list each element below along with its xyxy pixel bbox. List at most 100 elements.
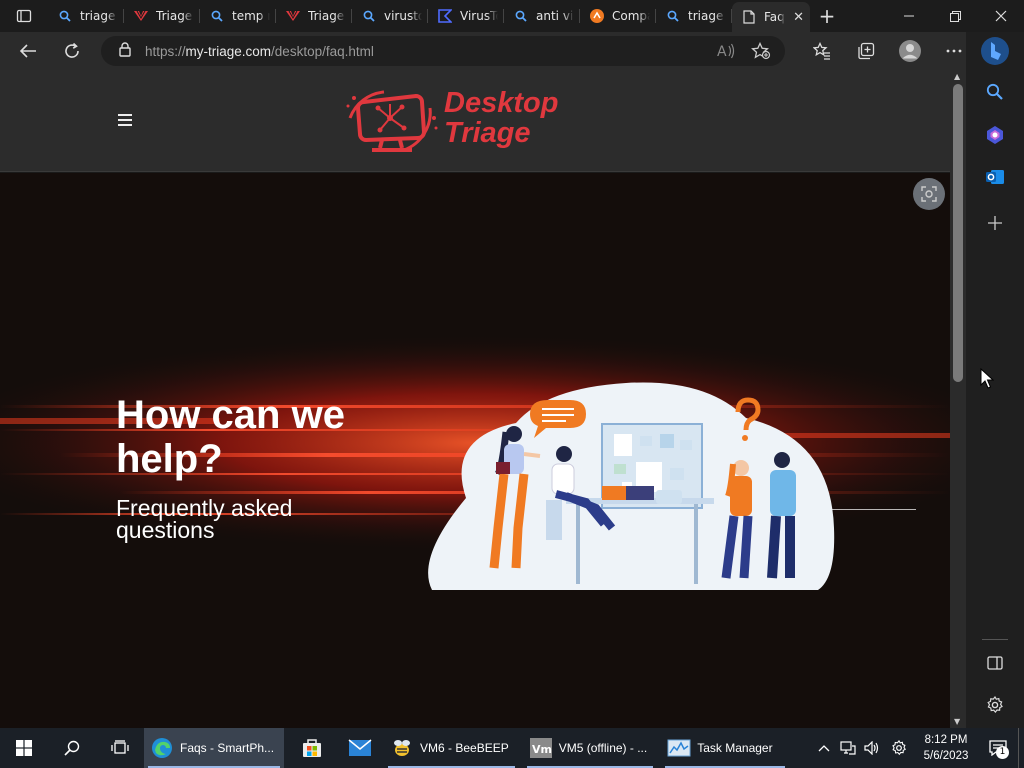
edge-sidebar bbox=[966, 32, 1024, 728]
clock-date: 5/6/2023 bbox=[923, 750, 969, 762]
taskbar-app-edge[interactable]: Faqs - SmartPh... bbox=[144, 728, 285, 768]
show-hidden-icons-button[interactable] bbox=[812, 728, 836, 768]
tab[interactable]: Triage | bbox=[124, 0, 200, 32]
taskbar-app-label: Faqs - SmartPh... bbox=[180, 741, 275, 755]
tab-label: virustot bbox=[384, 9, 422, 23]
site-logo[interactable]: Desktop Triage bbox=[344, 88, 574, 154]
close-tab-icon[interactable]: ✕ bbox=[793, 10, 804, 25]
search-icon bbox=[64, 740, 80, 756]
tab-strip: triage v Triage | temp m Triage | virustot Vi… bbox=[0, 0, 1024, 32]
address-bar[interactable]: https://my-triage.com/desktop/faq.html A bbox=[101, 36, 785, 66]
scrollbar-thumb[interactable] bbox=[953, 84, 963, 382]
taskbar-app-beebeep[interactable]: VM6 - BeeBEEP bbox=[384, 728, 519, 768]
volume-icon[interactable] bbox=[860, 728, 884, 768]
page-scrollbar[interactable]: ▲ ▼ bbox=[950, 70, 966, 728]
start-button[interactable] bbox=[0, 728, 48, 768]
copilot-icon bbox=[987, 126, 1003, 144]
tab[interactable]: VirusTo bbox=[428, 0, 504, 32]
taskbar-app-vmware[interactable]: Vm VM5 (offline) - ... bbox=[523, 728, 657, 768]
restore-button[interactable] bbox=[932, 0, 978, 32]
url-text[interactable]: https://my-triage.com/desktop/faq.html bbox=[145, 44, 374, 59]
mail-icon bbox=[348, 736, 372, 760]
sidebar-divider bbox=[982, 639, 1008, 640]
collections-button[interactable] bbox=[844, 32, 888, 70]
refresh-button[interactable] bbox=[50, 32, 94, 70]
team-meeting-illustration bbox=[428, 382, 835, 590]
tab-label: triage c bbox=[688, 9, 726, 23]
new-tab-button[interactable]: + bbox=[810, 4, 844, 28]
profile-button[interactable] bbox=[888, 32, 932, 70]
tab[interactable]: Triage | bbox=[276, 0, 352, 32]
search-sidebar-button[interactable] bbox=[982, 79, 1008, 105]
tab-actions-button[interactable] bbox=[0, 0, 48, 32]
url-scheme: https:// bbox=[145, 43, 186, 59]
hamburger-menu-icon[interactable] bbox=[118, 114, 132, 129]
settings-tray-icon[interactable] bbox=[884, 728, 914, 768]
taskbar-app-mail[interactable] bbox=[336, 728, 384, 768]
minimize-icon bbox=[904, 15, 914, 17]
web-page: Desktop Triage How can we help? Frequent… bbox=[0, 70, 950, 728]
scroll-down-arrow-icon[interactable]: ▼ bbox=[954, 717, 960, 726]
system-tray: 8:12 PM 5/6/2023 1 bbox=[812, 728, 1024, 768]
add-sidebar-app-button[interactable] bbox=[982, 210, 1008, 236]
tab[interactable]: virustot bbox=[352, 0, 428, 32]
read-aloud-icon[interactable]: A bbox=[717, 43, 735, 63]
taskbar-app-label: VM6 - BeeBEEP bbox=[420, 741, 509, 755]
clock-time: 8:12 PM bbox=[924, 734, 968, 746]
notification-center-button[interactable]: 1 bbox=[978, 728, 1018, 768]
taskbar-app-task-manager[interactable]: Task Manager bbox=[661, 728, 789, 768]
lock-icon[interactable] bbox=[119, 41, 131, 61]
search-icon bbox=[986, 83, 1003, 100]
taskbar-search-button[interactable] bbox=[48, 728, 96, 768]
search-icon bbox=[58, 9, 72, 23]
hero-subtitle: Frequently asked questions bbox=[116, 495, 293, 543]
tab[interactable]: temp m bbox=[200, 0, 276, 32]
tab[interactable]: Compa bbox=[580, 0, 656, 32]
tab[interactable]: triage c bbox=[656, 0, 732, 32]
navigation-bar: https://my-triage.com/desktop/faq.html A bbox=[0, 32, 976, 70]
tab-label: anti vir bbox=[536, 9, 574, 23]
windows-taskbar: Faqs - SmartPh... VM6 - BeeBEEP Vm VM5 (off… bbox=[0, 728, 1024, 768]
tab[interactable]: triage v bbox=[48, 0, 124, 32]
bing-chat-button[interactable] bbox=[980, 36, 1010, 66]
store-icon bbox=[300, 736, 324, 760]
task-view-button[interactable] bbox=[96, 728, 144, 768]
show-desktop-button[interactable] bbox=[1018, 728, 1024, 768]
window-controls bbox=[886, 0, 1024, 32]
site-header: Desktop Triage bbox=[0, 70, 950, 172]
notification-count-badge: 1 bbox=[996, 746, 1009, 759]
search-icon bbox=[514, 9, 528, 23]
favorites-button[interactable] bbox=[800, 32, 844, 70]
tab[interactable]: anti vir bbox=[504, 0, 580, 32]
tab-label: Faq bbox=[764, 10, 785, 24]
restore-icon bbox=[949, 10, 961, 22]
hide-sidebar-button[interactable] bbox=[982, 650, 1008, 676]
taskbar-clock[interactable]: 8:12 PM 5/6/2023 bbox=[914, 732, 978, 764]
bing-icon bbox=[981, 37, 1009, 65]
task-manager-icon bbox=[667, 736, 691, 760]
close-window-button[interactable] bbox=[978, 0, 1024, 32]
plus-icon bbox=[988, 216, 1002, 230]
tab-active[interactable]: Faq ✕ bbox=[732, 2, 810, 32]
hero-banner: How can we help? Frequently asked questi… bbox=[0, 173, 950, 728]
close-icon bbox=[995, 10, 1007, 22]
minimize-button[interactable] bbox=[886, 0, 932, 32]
add-favorite-icon[interactable] bbox=[751, 41, 771, 64]
url-path: /desktop/faq.html bbox=[271, 43, 374, 59]
outlook-button[interactable] bbox=[982, 164, 1008, 190]
visual-search-icon bbox=[921, 186, 937, 202]
windows-logo-icon bbox=[16, 740, 32, 756]
tab-label: temp m bbox=[232, 9, 270, 23]
visual-search-button[interactable] bbox=[913, 178, 945, 210]
logo-line-1: Desktop bbox=[444, 87, 559, 119]
mouse-cursor-icon bbox=[980, 368, 994, 389]
sidebar-settings-button[interactable] bbox=[982, 692, 1008, 718]
taskbar-app-store[interactable] bbox=[288, 728, 336, 768]
back-button[interactable] bbox=[6, 32, 50, 70]
vmware-icon: Vm bbox=[529, 736, 553, 760]
triage-logo-icon bbox=[286, 9, 300, 23]
refresh-icon bbox=[65, 42, 79, 58]
scroll-up-arrow-icon[interactable]: ▲ bbox=[954, 72, 960, 81]
network-icon[interactable] bbox=[836, 728, 860, 768]
copilot-button[interactable] bbox=[982, 122, 1008, 148]
